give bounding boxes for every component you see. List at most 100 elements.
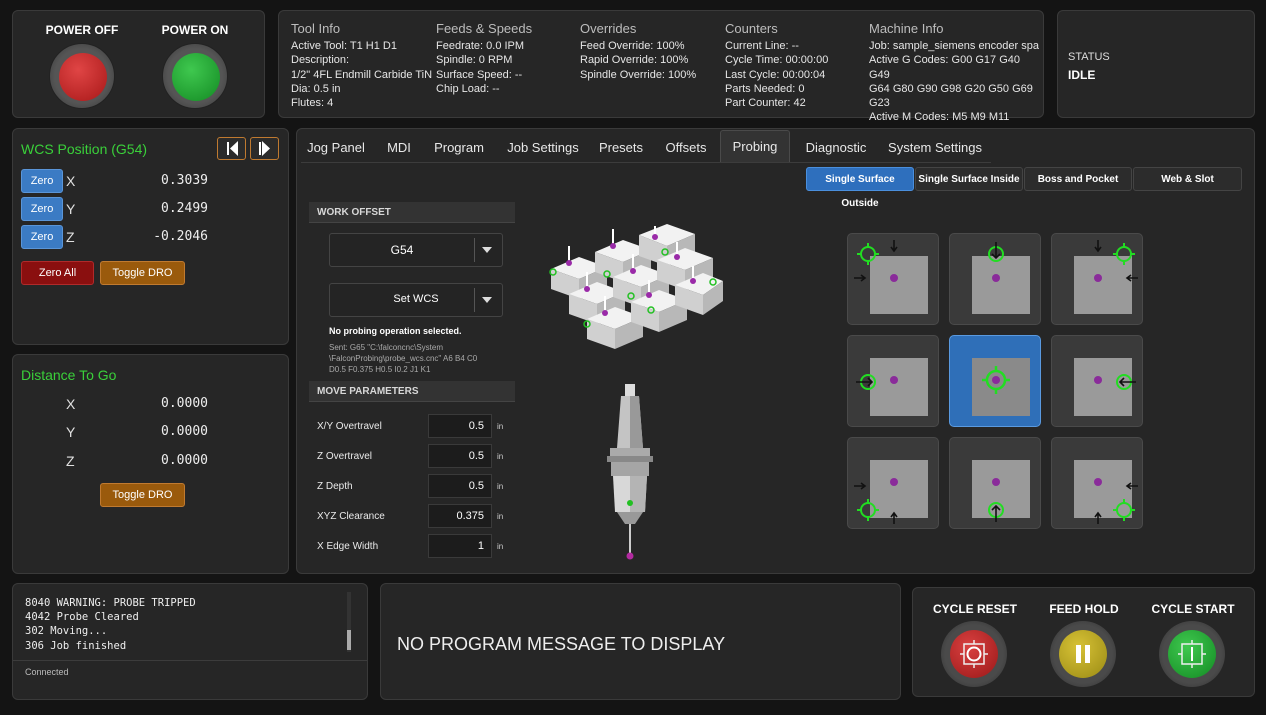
probe-edge-bottom[interactable] xyxy=(949,437,1041,529)
probe-corner-top-right[interactable] xyxy=(1051,233,1143,325)
param-unit: in xyxy=(497,452,504,461)
sent-command-line: D0.5 F0.375 H0.5 I0.2 J1 K1 xyxy=(329,365,431,374)
machine-info-line: G23 xyxy=(869,97,890,110)
power-on-button[interactable] xyxy=(162,43,228,109)
connection-status: Connected xyxy=(25,667,69,677)
feeds-speeds: Feeds & Speeds Feedrate: 0.0 IPM Spindle… xyxy=(436,21,532,96)
next-wcs-button[interactable] xyxy=(250,137,279,160)
pause-icon xyxy=(1076,645,1090,663)
probe-edge-right[interactable] xyxy=(1051,335,1143,427)
program-message: NO PROGRAM MESSAGE TO DISPLAY xyxy=(397,634,726,654)
x-edge-width-input[interactable]: 1 xyxy=(428,534,492,558)
feed-hold-button[interactable] xyxy=(1050,621,1116,687)
probe-target-icon xyxy=(854,240,898,282)
counters-line: Cycle Time: 00:00:00 xyxy=(725,54,829,67)
param-unit: in xyxy=(497,422,504,431)
console-scrollbar[interactable] xyxy=(347,592,351,652)
start-icon xyxy=(1178,640,1206,668)
caret-down-icon xyxy=(482,247,492,253)
zero-z-button[interactable]: Zero xyxy=(21,225,63,249)
feed-hold-label: FEED HOLD xyxy=(1049,602,1119,616)
tab-presets[interactable]: Presets xyxy=(595,134,647,162)
probe-target-icon xyxy=(988,242,1004,262)
prev-wcs-button[interactable] xyxy=(217,137,246,160)
tab-job-settings[interactable]: Job Settings xyxy=(503,134,583,162)
console-log[interactable]: 8040 WARNING: PROBE TRIPPED 4042 Probe C… xyxy=(25,596,345,653)
tool-info-line: Flutes: 4 xyxy=(291,97,334,110)
probe-target-icon xyxy=(856,374,876,390)
console-line: 4042 Probe Cleared xyxy=(25,611,139,624)
wcs-axis-z: Z xyxy=(66,229,75,245)
feeds-line: Chip Load: -- xyxy=(436,82,500,95)
probing-status-text: No probing operation selected. xyxy=(329,326,462,336)
dtg-axis-z: Z xyxy=(66,453,75,469)
toggle-dro-button[interactable]: Toggle DRO xyxy=(100,483,185,507)
machine-info-line: Active M Codes: M5 M9 M11 xyxy=(869,111,1010,124)
z-overtravel-input[interactable]: 0.5 xyxy=(428,444,492,468)
tab-system-settings[interactable]: System Settings xyxy=(885,134,985,162)
probe-illustration xyxy=(607,384,653,560)
tab-offsets[interactable]: Offsets xyxy=(660,134,712,162)
overrides-line: Feed Override: 100% xyxy=(580,40,685,52)
param-label: Z Overtravel xyxy=(317,451,373,462)
probe-corner-top-left[interactable] xyxy=(847,233,939,325)
probe-target-icon xyxy=(988,502,1004,522)
zero-x-button[interactable]: Zero xyxy=(21,169,63,193)
param-label: X/Y Overtravel xyxy=(317,421,382,432)
xyz-clearance-input[interactable]: 0.375 xyxy=(428,504,492,528)
counters-line: Last Cycle: 00:00:04 xyxy=(725,68,826,81)
zero-all-button[interactable]: Zero All xyxy=(21,261,94,285)
main-tab-panel: Jog Panel MDI Program Job Settings Prese… xyxy=(296,128,1255,574)
tab-program[interactable]: Program xyxy=(429,134,489,162)
tab-bar-divider xyxy=(301,162,991,163)
workpiece-grid-illustration xyxy=(549,224,723,349)
probe-corner-bottom-right[interactable] xyxy=(1051,437,1143,529)
probe-corner-bottom-left[interactable] xyxy=(847,437,939,529)
wcs-select-value: G54 xyxy=(390,243,414,257)
tab-probing[interactable]: Probing xyxy=(720,130,790,162)
param-unit: in xyxy=(497,482,504,491)
info-panel: Tool Info Active Tool: T1 H1 D1 Descript… xyxy=(278,10,1044,123)
counters-header: Counters xyxy=(725,21,778,36)
dtg-value-y: 0.0000 xyxy=(161,424,208,439)
machine-info-line: Job: sample_siemens encoder spa... xyxy=(869,40,1039,52)
wcs-select[interactable]: G54 xyxy=(329,233,503,267)
z-depth-input[interactable]: 0.5 xyxy=(428,474,492,498)
reset-icon xyxy=(960,640,988,668)
tab-mdi[interactable]: MDI xyxy=(379,134,419,162)
wcs-axis-y: Y xyxy=(66,201,76,217)
dropdown-divider xyxy=(474,238,475,262)
console-line: 8040 WARNING: PROBE TRIPPED xyxy=(25,597,196,609)
dtg-value-x: 0.0000 xyxy=(161,396,208,411)
tool-info-header: Tool Info xyxy=(291,21,341,36)
probe-target-icon xyxy=(854,482,898,524)
probe-edge-top[interactable] xyxy=(949,233,1041,325)
tab-diagnostic[interactable]: Diagnostic xyxy=(799,134,873,162)
subtab-single-surface-outside[interactable]: Single Surface Outside xyxy=(806,167,914,209)
feeds-line: Surface Speed: -- xyxy=(436,68,523,81)
subtab-single-surface-inside[interactable]: Single Surface Inside xyxy=(915,167,1023,191)
tab-jog-panel[interactable]: Jog Panel xyxy=(301,134,371,162)
power-off-button[interactable] xyxy=(49,43,115,109)
scrollbar-thumb[interactable] xyxy=(347,630,351,650)
subtab-boss-and-pocket[interactable]: Boss and Pocket xyxy=(1024,167,1132,191)
zero-y-button[interactable]: Zero xyxy=(21,197,63,221)
subtab-web-and-slot[interactable]: Web & Slot xyxy=(1133,167,1242,191)
set-wcs-select[interactable]: Set WCS xyxy=(329,283,503,317)
probe-center-selected[interactable] xyxy=(949,335,1041,427)
console-panel: 8040 WARNING: PROBE TRIPPED 4042 Probe C… xyxy=(12,583,368,700)
overrides-header: Overrides xyxy=(580,21,637,36)
wcs-title: WCS Position (G54) xyxy=(21,141,148,157)
cycle-start-button[interactable] xyxy=(1159,621,1225,687)
xy-overtravel-input[interactable]: 0.5 xyxy=(428,414,492,438)
cycle-start-label: CYCLE START xyxy=(1151,602,1235,616)
overrides-line: Spindle Override: 100% xyxy=(580,68,697,81)
cycle-reset-button[interactable] xyxy=(941,621,1007,687)
overrides-line: Rapid Override: 100% xyxy=(580,54,689,67)
machine-info-line: Active G Codes: G00 G17 G40 G49 xyxy=(869,54,1021,81)
toggle-dro-button[interactable]: Toggle DRO xyxy=(100,261,185,285)
dropdown-divider xyxy=(474,288,475,312)
param-label: X Edge Width xyxy=(317,541,379,552)
feeds-line: Spindle: 0 RPM xyxy=(436,54,513,67)
probe-edge-left[interactable] xyxy=(847,335,939,427)
